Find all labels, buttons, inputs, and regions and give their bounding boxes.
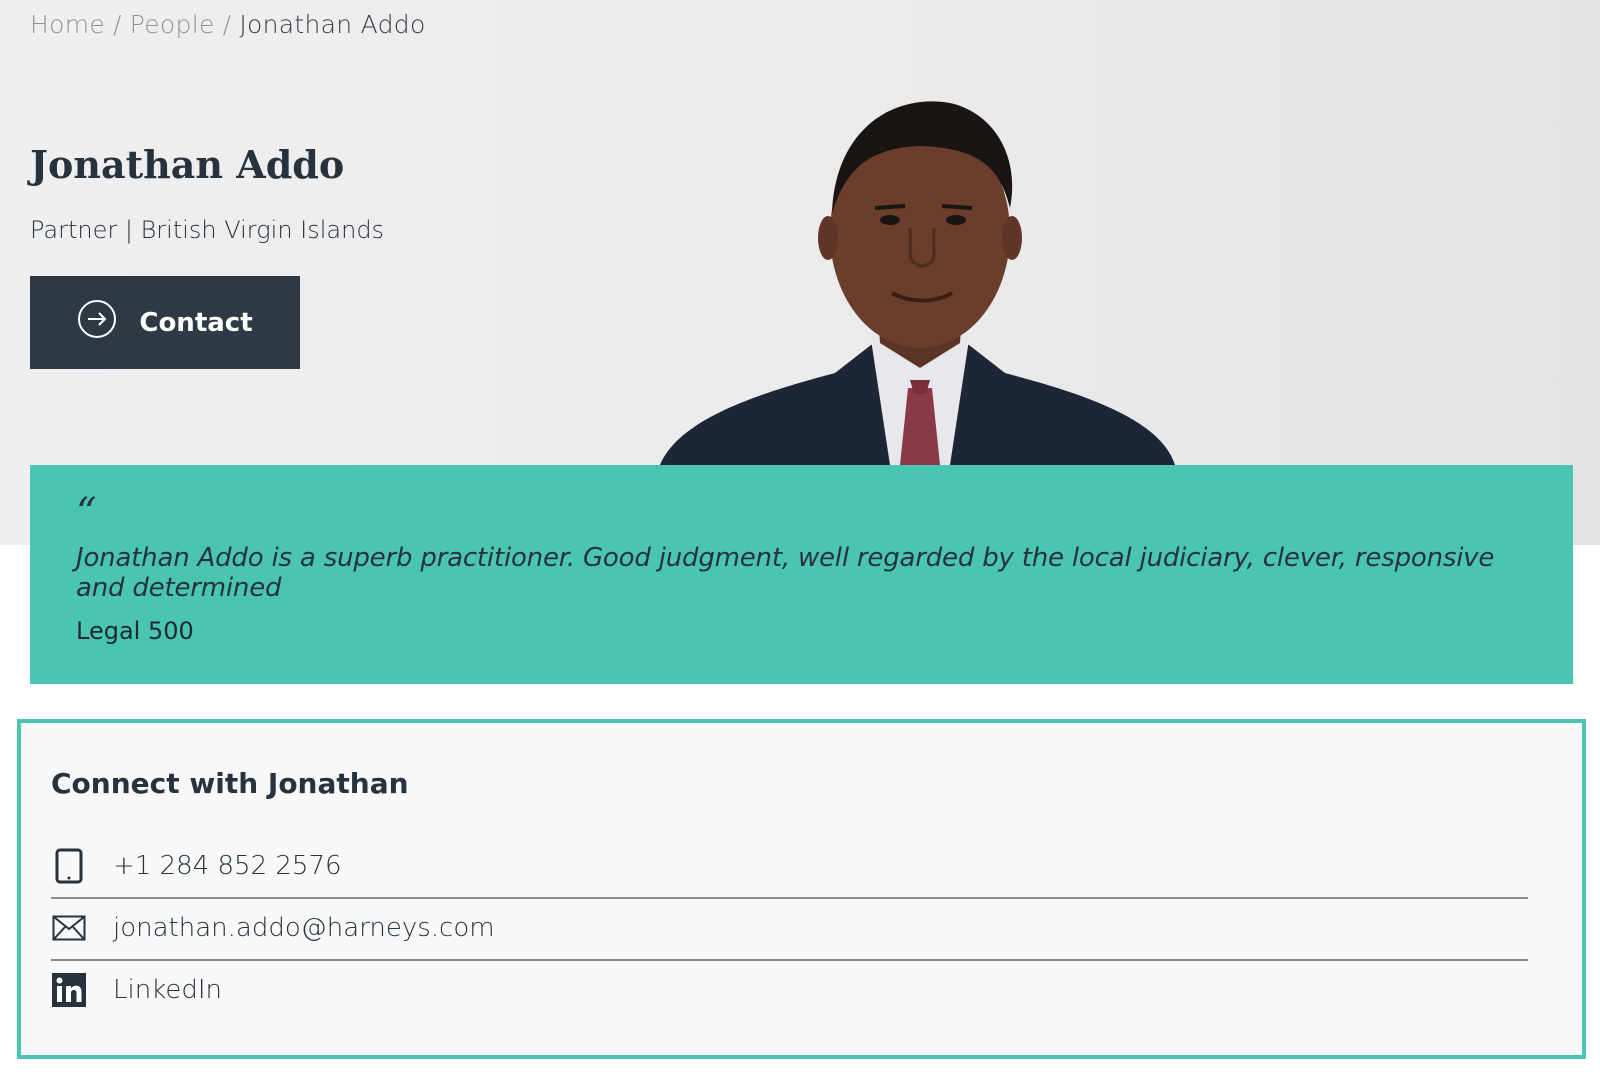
linkedin-link[interactable]: LinkedIn xyxy=(51,959,1528,1021)
phone-link[interactable]: +1 284 852 2576 xyxy=(51,835,1528,899)
page-title: Jonathan Addo xyxy=(30,142,345,187)
linkedin-icon xyxy=(51,972,87,1008)
contact-button[interactable]: Contact xyxy=(30,276,300,369)
connect-title: Connect with Jonathan xyxy=(51,767,409,800)
quote-icon: “ xyxy=(76,490,97,536)
breadcrumb-current: Jonathan Addo xyxy=(239,10,426,39)
linkedin-label: LinkedIn xyxy=(113,975,222,1005)
email-link[interactable]: jonathan.addo@harneys.com xyxy=(51,897,1528,961)
quote-text: Jonathan Addo is a superb practitioner. … xyxy=(76,543,1495,603)
profile-photo xyxy=(660,101,1175,465)
arrow-circle-icon xyxy=(77,299,117,346)
breadcrumb-separator: / xyxy=(222,10,232,39)
email-address: jonathan.addo@harneys.com xyxy=(113,913,495,943)
connect-panel: Connect with Jonathan +1 284 852 2576 jo… xyxy=(17,719,1586,1059)
tablet-icon xyxy=(51,848,87,884)
testimonial-quote: “ Jonathan Addo is a superb practitioner… xyxy=(30,465,1573,684)
quote-source: Legal 500 xyxy=(76,617,194,645)
breadcrumb-home[interactable]: Home xyxy=(30,10,105,39)
envelope-icon xyxy=(51,910,87,946)
breadcrumb-separator: / xyxy=(113,10,122,39)
profile-hero: Home / People / Jonathan Addo Jonathan Addo … xyxy=(0,0,1600,545)
phone-number: +1 284 852 2576 xyxy=(113,851,342,881)
contact-button-label: Contact xyxy=(139,307,253,338)
profile-role: Partner | British Virgin Islands xyxy=(30,216,385,244)
breadcrumb: Home / People / Jonathan Addo xyxy=(30,10,426,39)
breadcrumb-people[interactable]: People xyxy=(130,10,215,39)
